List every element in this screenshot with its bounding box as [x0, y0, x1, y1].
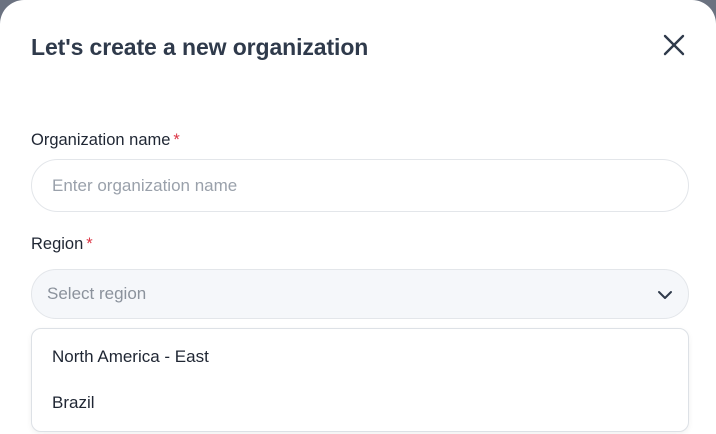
- region-option-north-america-east[interactable]: North America - East: [32, 334, 688, 380]
- region-label-text: Region: [31, 235, 84, 253]
- modal-title: Let's create a new organization: [31, 34, 369, 60]
- region-label: Region *: [31, 235, 93, 254]
- close-icon: [663, 34, 685, 56]
- required-indicator: *: [86, 235, 93, 253]
- create-organization-modal: Let's create a new organization Organiza…: [0, 0, 716, 434]
- organization-name-label-text: Organization name: [31, 131, 171, 149]
- close-button[interactable]: [660, 31, 688, 59]
- region-option-brazil[interactable]: Brazil: [32, 380, 688, 426]
- region-select[interactable]: Select region: [31, 269, 689, 319]
- region-select-value: Select region: [47, 284, 147, 303]
- chevron-down-icon: [658, 291, 672, 299]
- region-dropdown-menu: North America - East Brazil: [31, 328, 689, 432]
- required-indicator: *: [173, 131, 180, 149]
- organization-name-label: Organization name *: [31, 131, 180, 150]
- organization-name-input[interactable]: [31, 159, 689, 212]
